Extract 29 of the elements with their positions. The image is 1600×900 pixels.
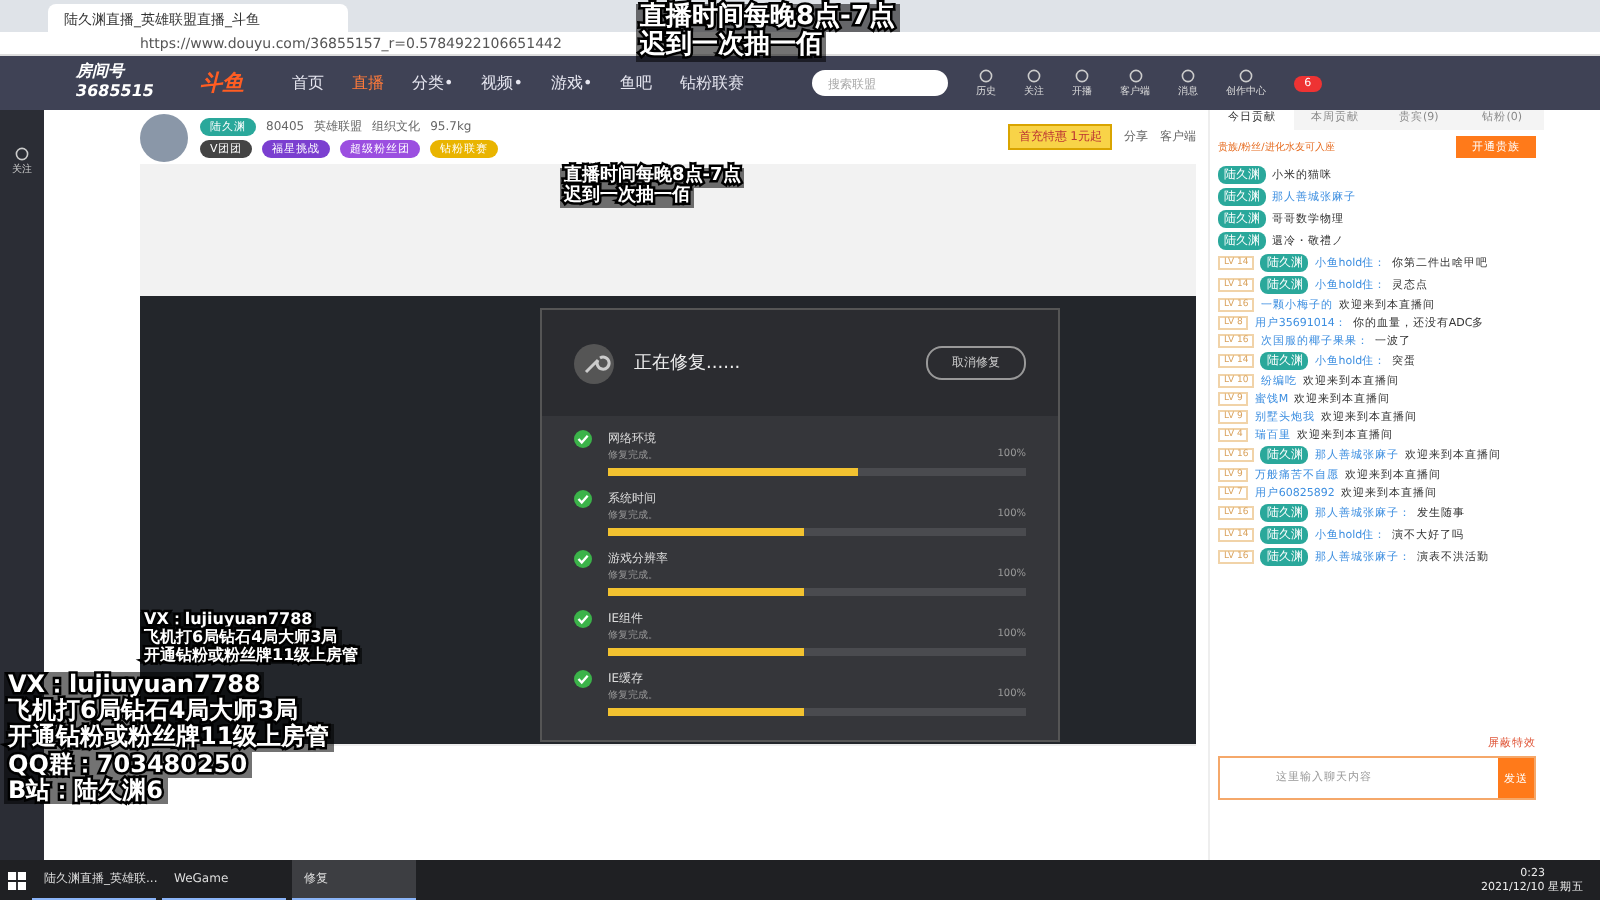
stream-overlay-text: QQ群：703480250 (4, 751, 252, 778)
room-number: 3685515 (76, 82, 154, 100)
nav-link[interactable]: 分类• (412, 72, 454, 94)
nav-link[interactable]: 游戏• (550, 72, 593, 94)
nav-link[interactable]: 钻粉联赛 (680, 72, 745, 94)
nav-icon (1238, 68, 1255, 84)
avatar (140, 113, 188, 161)
nav-icon (1180, 68, 1197, 84)
stream-overlay-text: 迟到一次抽一佰 (636, 32, 826, 62)
stream-overlay-text: VX：lujiuyuan7788 (4, 672, 265, 699)
nav-icon (1127, 68, 1144, 84)
site-logo[interactable]: 斗鱼 (200, 68, 244, 98)
nav-icon (1074, 68, 1091, 84)
stream-overlay-text: VX：lujiuyuan7788 (140, 612, 317, 630)
nav-link[interactable]: 视频• (481, 72, 523, 94)
room-label: 房间号 (76, 60, 128, 82)
stream-overlay-text: 直播时间每晚8点-7点 (636, 4, 899, 33)
nav-link[interactable]: 直播 (352, 72, 384, 94)
nav-icon (1026, 68, 1043, 84)
nav-link[interactable]: 首页 (292, 72, 324, 94)
nav-icon (978, 68, 995, 84)
stream-overlay-text: 飞机打6局钻石4局大师3局 (140, 629, 342, 648)
stream-overlay-text: 迟到一次抽一佰 (560, 187, 694, 208)
dialog-title: 正在修复...... (634, 351, 741, 376)
stream-overlay-text: B站：陆久渊6 (4, 777, 167, 804)
nav-link[interactable]: 鱼吧 (620, 72, 653, 94)
windows-icon[interactable] (8, 871, 26, 889)
stream-overlay-text: 开通钻粉或粉丝牌11级上房管 (4, 724, 334, 752)
stream-overlay-text: 开通钻粉或粉丝牌11级上房管 (140, 647, 363, 665)
